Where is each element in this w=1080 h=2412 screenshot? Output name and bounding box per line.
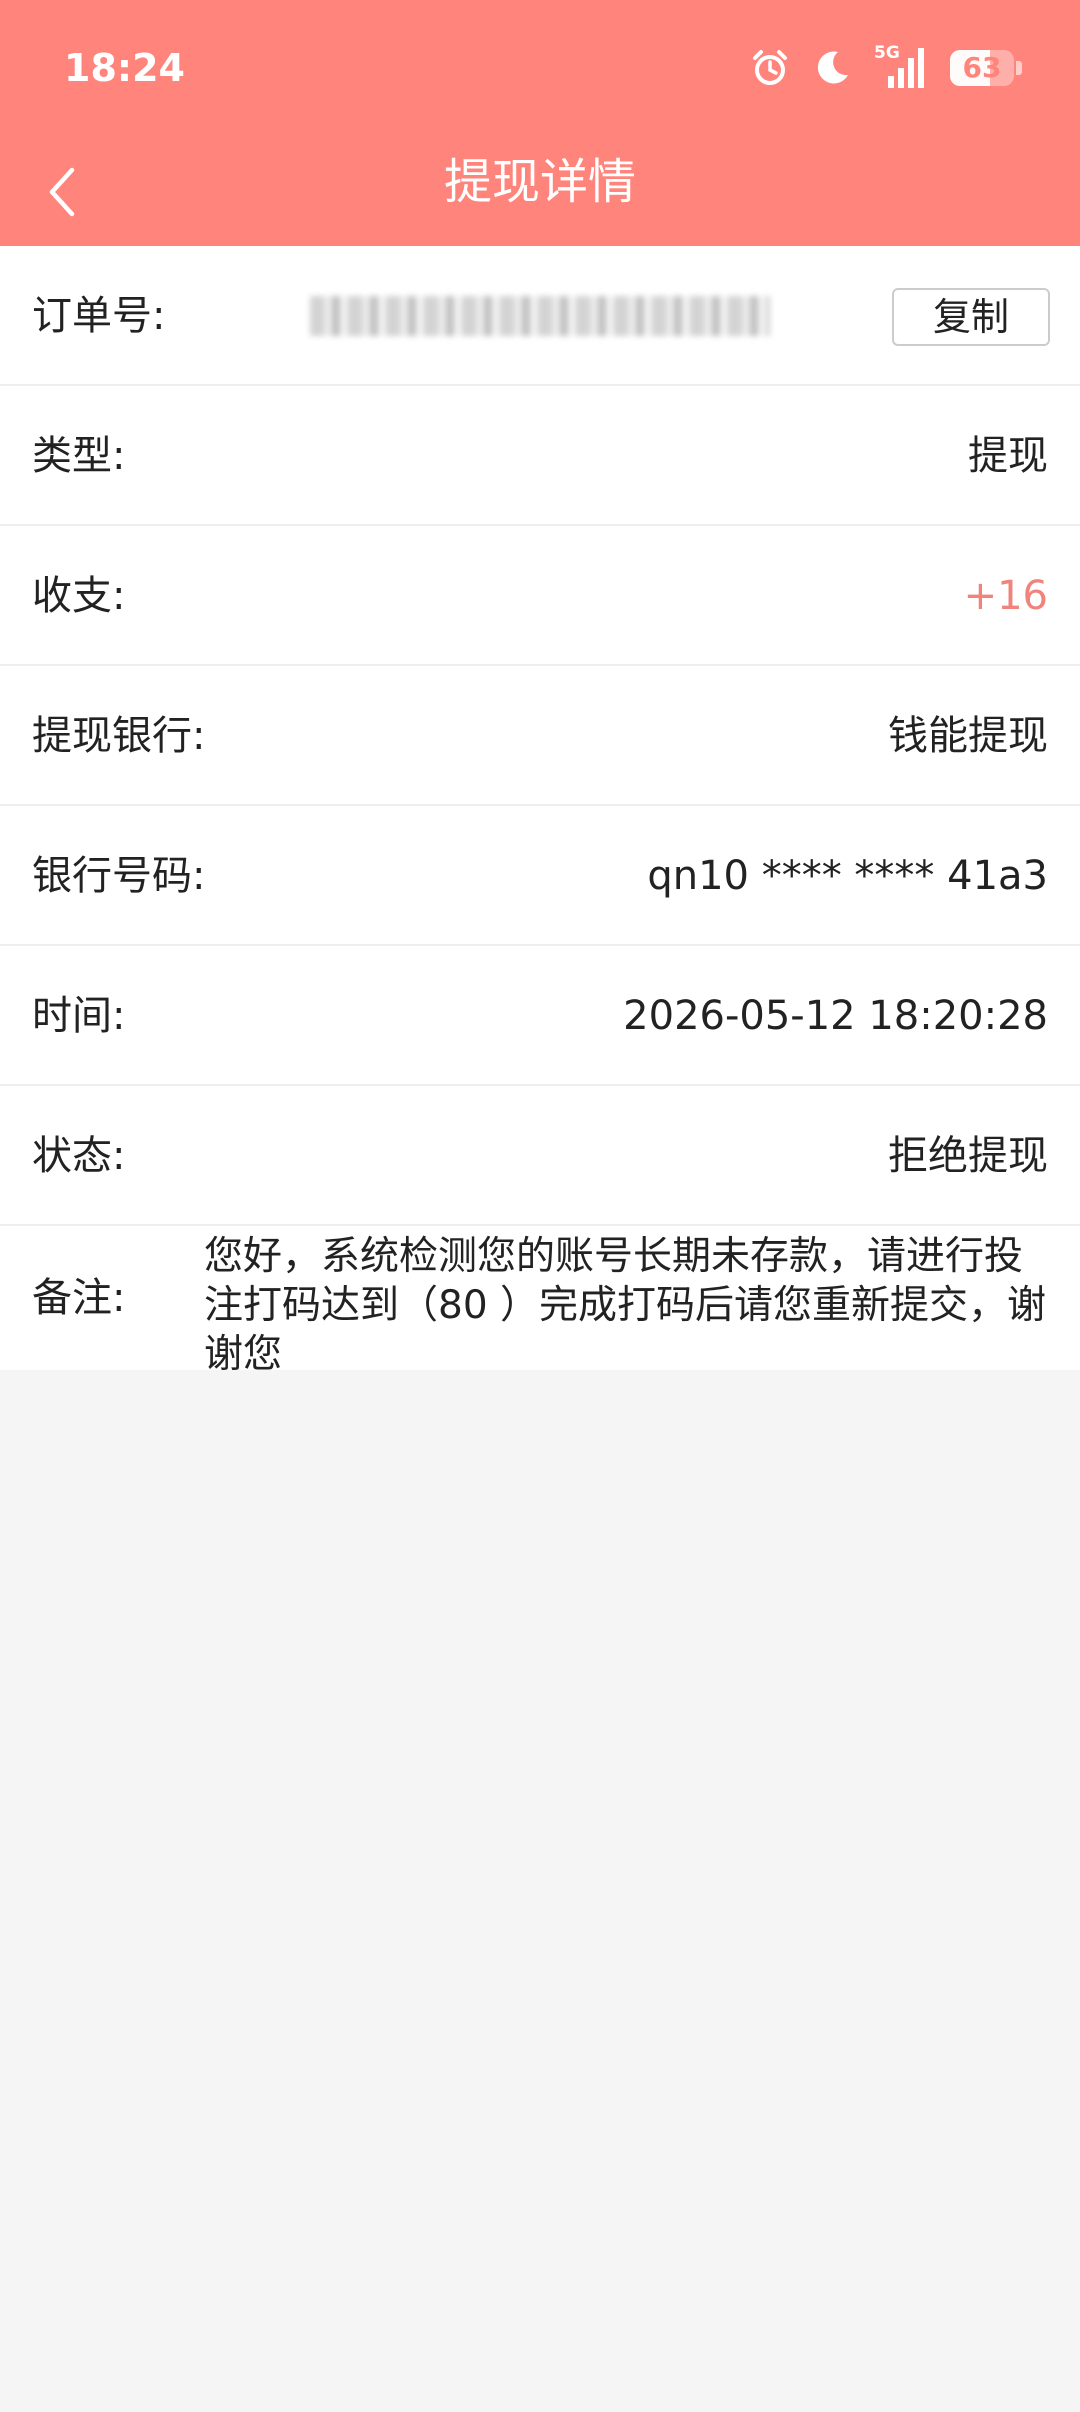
alarm-icon — [750, 48, 790, 88]
copy-button[interactable]: 复制 — [892, 288, 1050, 346]
status-value: 拒绝提现 — [888, 1133, 1048, 1179]
status-label: 状态: — [32, 1133, 126, 1179]
time-value: 2026-05-12 18:20:28 — [623, 993, 1048, 1039]
remark-value: 您好，系统检测您的账号长期未存款，请进行投注打码达到（80 ）完成打码后请您重新… — [204, 1234, 1047, 1377]
status-time: 18:24 — [64, 46, 185, 90]
battery-body: 63 — [950, 50, 1014, 86]
battery-cap — [1016, 61, 1022, 75]
income-value: +16 — [963, 573, 1048, 619]
detail-row-status: 状态: 拒绝提现 — [0, 1086, 1080, 1226]
time-label: 时间: — [32, 993, 126, 1039]
bank-number-value: qn10 **** **** 41a3 — [647, 853, 1048, 899]
detail-row-bank: 提现银行: 钱能提现 — [0, 666, 1080, 806]
detail-row-type: 类型: 提现 — [0, 386, 1080, 526]
type-value: 提现 — [968, 433, 1048, 479]
bank-value: 钱能提现 — [888, 713, 1048, 759]
nav-bar: 提现详情 — [0, 138, 1080, 246]
type-label: 类型: — [32, 433, 126, 479]
detail-row-time: 时间: 2026-05-12 18:20:28 — [0, 946, 1080, 1086]
order-label: 订单号: — [32, 293, 166, 339]
detail-row-remark: 备注: 您好，系统检测您的账号长期未存款，请进行投注打码达到（80 ）完成打码后… — [0, 1226, 1080, 1377]
detail-row-order: 订单号: 复制 — [0, 246, 1080, 386]
signal-5g-icon: 5G — [874, 44, 928, 90]
status-bar: 18:24 5G 63 — [0, 0, 1080, 138]
status-icons: 5G 63 — [750, 44, 1022, 92]
page-title: 提现详情 — [443, 154, 636, 210]
income-label: 收支: — [32, 573, 126, 619]
remark-label: 备注: — [32, 1275, 126, 1321]
battery-level: 63 — [962, 51, 1002, 84]
battery-icon: 63 — [950, 50, 1022, 86]
bank-label: 提现银行: — [32, 713, 206, 759]
bank-number-label: 银行号码: — [32, 853, 206, 899]
withdrawal-detail-list: 订单号: 复制 类型: 提现 收支: +16 提现银行: 钱能提现 银行号码: … — [0, 246, 1080, 1377]
moon-icon — [812, 48, 852, 88]
detail-row-income: 收支: +16 — [0, 526, 1080, 666]
app-header: 18:24 5G 63 提现详情 — [0, 0, 1080, 246]
order-number-masked — [310, 296, 770, 336]
detail-row-bank-number: 银行号码: qn10 **** **** 41a3 — [0, 806, 1080, 946]
